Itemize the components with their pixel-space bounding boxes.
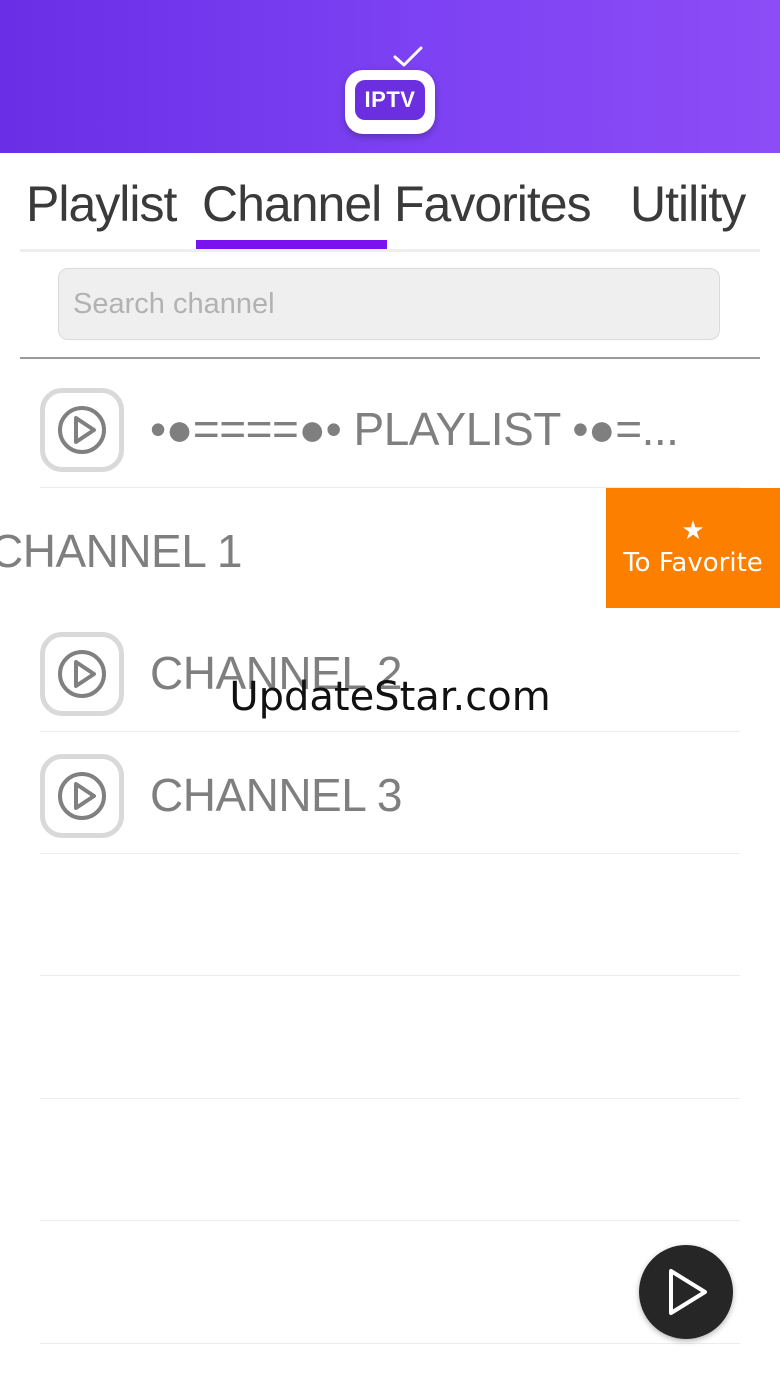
active-tab-indicator xyxy=(196,240,387,249)
tab-favorites[interactable]: Favorites xyxy=(394,175,592,233)
channel-label: CHANNEL 1 xyxy=(0,525,242,577)
app-logo: IPTV xyxy=(345,70,435,134)
logo-text: IPTV xyxy=(355,80,425,120)
list-item-playlist[interactable]: •●====●• PLAYLIST •●=... xyxy=(0,366,780,488)
check-icon xyxy=(393,46,423,67)
search-divider xyxy=(20,357,760,359)
play-fab-button[interactable] xyxy=(639,1245,733,1339)
star-icon: ★ xyxy=(681,516,705,546)
play-circle-icon[interactable] xyxy=(40,388,124,472)
list-item-channel-3[interactable]: CHANNEL 3 xyxy=(0,732,780,854)
tab-utility[interactable]: Utility xyxy=(630,175,746,233)
watermark-text: UpdateStar.com xyxy=(229,674,551,720)
play-icon xyxy=(669,1269,707,1315)
row-divider xyxy=(40,1098,740,1099)
row-divider xyxy=(40,1220,740,1221)
row-divider xyxy=(40,1343,740,1344)
play-circle-icon[interactable] xyxy=(40,754,124,838)
channel-label: CHANNEL 3 xyxy=(150,769,402,821)
row-divider xyxy=(40,853,740,854)
to-favorite-button[interactable]: ★ To Favorite xyxy=(606,488,780,608)
tab-playlist[interactable]: Playlist xyxy=(26,175,177,233)
to-favorite-label: To Favorite xyxy=(623,548,763,578)
tab-bar: Playlist Channel Favorites Utility xyxy=(0,153,780,253)
search-input[interactable] xyxy=(58,268,720,340)
tab-divider xyxy=(20,249,760,252)
row-divider xyxy=(40,975,740,976)
tab-channel[interactable]: Channel xyxy=(202,175,382,233)
playlist-label: •●====●• PLAYLIST •●=... xyxy=(150,403,679,455)
